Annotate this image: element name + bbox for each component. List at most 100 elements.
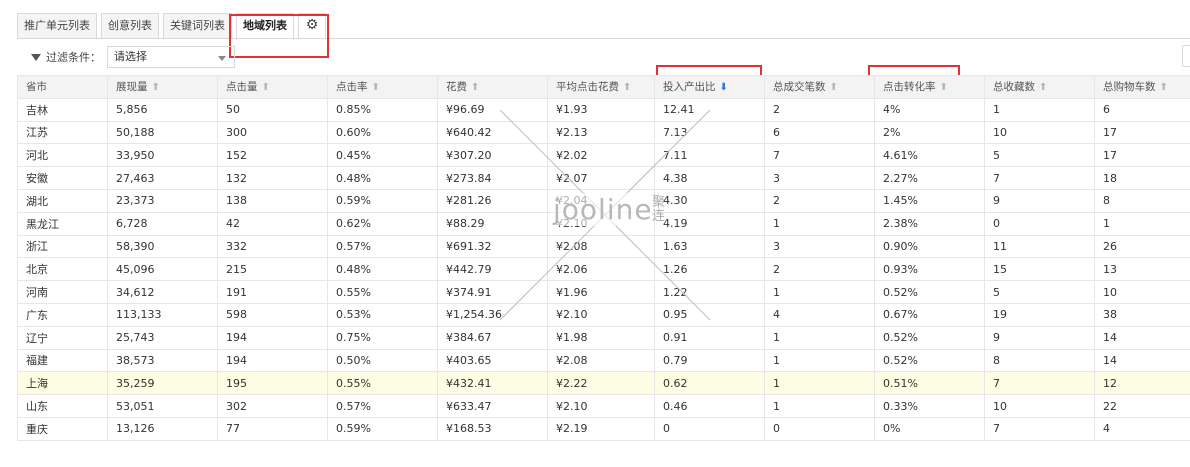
table-cell: 0.55%	[327, 280, 438, 304]
column-header-label: 点击转化率	[883, 81, 936, 94]
table-cell: 0.48%	[327, 257, 438, 282]
table-cell: 7.11	[654, 143, 765, 168]
sort-asc-icon[interactable]: ⬆	[471, 82, 479, 93]
tab-ad-units[interactable]: 推广单元列表	[17, 13, 97, 39]
column-header[interactable]: 投入产出比 ⬇	[654, 75, 765, 99]
column-header-label: 点击率	[336, 81, 368, 94]
table-cell: ¥2.08	[547, 234, 655, 259]
table-cell: 5	[984, 143, 1095, 168]
table-cell: 1	[764, 348, 875, 373]
table-cell: 12.41	[654, 97, 765, 122]
region-table: 省市 展现量 ⬆ 点击量 ⬆ 点击率 ⬆ 花费 ⬆ 平均点击花费 ⬆ 投入产出比 ⬇ 总成交笔数 ⬆ 点击转化…	[17, 75, 1190, 441]
tab-keywords[interactable]: 关键词列表	[163, 13, 232, 39]
table-cell: 4	[764, 302, 875, 327]
table-row[interactable]: 辽宁 25,743 194 0.75% ¥384.67 ¥1.98 0.91 1 0.52% 9 1…	[17, 325, 1190, 350]
table-cell: 33,950	[107, 143, 218, 168]
table-cell: ¥2.10	[547, 211, 655, 236]
table-cell: ¥307.20	[437, 143, 548, 168]
column-header[interactable]: 点击量 ⬆	[217, 75, 328, 99]
table-cell: 0.75%	[327, 325, 438, 350]
table-cell: 上海	[17, 371, 108, 396]
table-cell: 194	[217, 325, 328, 350]
table-row[interactable]: 浙江 58,390 332 0.57% ¥691.32 ¥2.08 1.63 3 0.90% 11…	[17, 234, 1190, 259]
table-row[interactable]: 吉林 5,856 50 0.85% ¥96.69 ¥1.93 12.41 2 4% 1 6	[17, 97, 1190, 122]
table-row[interactable]: 湖北 23,373 138 0.59% ¥281.26 ¥2.04 4.30 2 1.45% 9 8	[17, 188, 1190, 213]
table-cell: ¥2.08	[547, 348, 655, 373]
tab-regions[interactable]: 地域列表	[236, 13, 294, 40]
column-header: 省市	[17, 75, 108, 99]
tab-creatives[interactable]: 创意列表	[101, 13, 159, 39]
table-cell: 50	[217, 97, 328, 122]
table-row[interactable]: 江苏 50,188 300 0.60% ¥640.42 ¥2.13 7.13 6 2% 10 17	[17, 120, 1190, 145]
table-cell: 7.13	[654, 120, 765, 145]
table-cell: 300	[217, 120, 328, 145]
table-cell: 2	[764, 97, 875, 122]
sort-asc-icon[interactable]: ⬆	[623, 82, 631, 93]
table-cell: 7	[984, 371, 1095, 396]
table-cell: ¥168.53	[437, 416, 548, 441]
table-cell: 0.53%	[327, 302, 438, 327]
table-row[interactable]: 安徽 27,463 132 0.48% ¥273.84 ¥2.07 4.38 3 2.27% 7 1…	[17, 166, 1190, 190]
column-header[interactable]: 花费 ⬆	[437, 75, 548, 99]
table-cell: ¥281.26	[437, 188, 548, 213]
settings-button[interactable]: ⚙	[298, 13, 326, 39]
table-cell: 42	[217, 211, 328, 236]
filter-bar: 过滤条件： 请选择	[17, 45, 235, 69]
table-cell: 安徽	[17, 166, 108, 190]
column-header[interactable]: 点击率 ⬆	[327, 75, 438, 99]
filter-select[interactable]: 请选择	[107, 46, 235, 68]
table-cell: 重庆	[17, 416, 108, 441]
table-row[interactable]: 山东 53,051 302 0.57% ¥633.47 ¥2.10 0.46 1 0.33% 10…	[17, 394, 1190, 418]
table-cell: 1.26	[654, 257, 765, 282]
sort-asc-icon[interactable]: ⬆	[1039, 82, 1047, 93]
table-cell: 0.62	[654, 371, 765, 396]
sort-asc-icon[interactable]: ⬆	[152, 82, 160, 93]
sort-asc-icon[interactable]: ⬆	[830, 82, 838, 93]
toolbar-button[interactable]	[1182, 45, 1190, 67]
table-cell: ¥1.96	[547, 280, 655, 304]
table-row[interactable]: 北京 45,096 215 0.48% ¥442.79 ¥2.06 1.26 2 0.93% 15…	[17, 257, 1190, 282]
column-header-label: 总成交笔数	[773, 81, 826, 94]
sort-asc-icon[interactable]: ⬆	[1160, 82, 1168, 93]
sort-desc-icon[interactable]: ⬇	[720, 82, 728, 93]
sort-asc-icon[interactable]: ⬆	[262, 82, 270, 93]
table-cell: 34,612	[107, 280, 218, 304]
table-cell: 0.51%	[874, 371, 985, 396]
table-row[interactable]: 广东 113,133 598 0.53% ¥1,254.36 ¥2.10 0.95 4 0.67…	[17, 302, 1190, 327]
table-cell: 138	[217, 188, 328, 213]
table-cell: 0.46	[654, 394, 765, 418]
column-header[interactable]: 平均点击花费 ⬆	[547, 75, 655, 99]
table-cell: 吉林	[17, 97, 108, 122]
table-row[interactable]: 重庆 13,126 77 0.59% ¥168.53 ¥2.19 0 0 0% 7 4	[17, 416, 1190, 441]
sort-asc-icon[interactable]: ⬆	[372, 82, 380, 93]
column-header[interactable]: 总购物车数 ⬆	[1094, 75, 1190, 99]
sort-asc-icon[interactable]: ⬆	[940, 82, 948, 93]
table-row[interactable]: 河南 34,612 191 0.55% ¥374.91 ¥1.96 1.22 1 0.52% 5 1…	[17, 280, 1190, 304]
column-header[interactable]: 点击转化率 ⬆	[874, 75, 985, 99]
tab-divider	[17, 38, 1190, 39]
table-cell: 0.33%	[874, 394, 985, 418]
table-cell: 4.30	[654, 188, 765, 213]
table-cell: 27,463	[107, 166, 218, 190]
table-cell: ¥2.13	[547, 120, 655, 145]
column-header[interactable]: 总成交笔数 ⬆	[764, 75, 875, 99]
column-header-label: 总购物车数	[1103, 81, 1156, 94]
column-header[interactable]: 展现量 ⬆	[107, 75, 218, 99]
column-header[interactable]: 总收藏数 ⬆	[984, 75, 1095, 99]
table-cell: 河南	[17, 280, 108, 304]
table-cell: 广东	[17, 302, 108, 327]
table-cell: 0.52%	[874, 325, 985, 350]
table-cell: 10	[984, 120, 1095, 145]
table-row[interactable]: 福建 38,573 194 0.50% ¥403.65 ¥2.08 0.79 1 0.52% 8 1…	[17, 348, 1190, 373]
table-cell: 53,051	[107, 394, 218, 418]
table-cell: 14	[1094, 325, 1190, 350]
table-row[interactable]: 黑龙江 6,728 42 0.62% ¥88.29 ¥2.10 4.19 1 2.38% 0 1	[17, 211, 1190, 236]
table-cell: 0.48%	[327, 166, 438, 190]
table-cell: 0.45%	[327, 143, 438, 168]
table-cell: 1	[764, 371, 875, 396]
table-row[interactable]: 河北 33,950 152 0.45% ¥307.20 ¥2.02 7.11 7 4.61% 5 1…	[17, 143, 1190, 168]
table-cell: 15	[984, 257, 1095, 282]
table-cell: 9	[984, 325, 1095, 350]
table-row[interactable]: 上海 35,259 195 0.55% ¥432.41 ¥2.22 0.62 1 0.51% 7 1…	[17, 371, 1190, 396]
table-cell: 50,188	[107, 120, 218, 145]
